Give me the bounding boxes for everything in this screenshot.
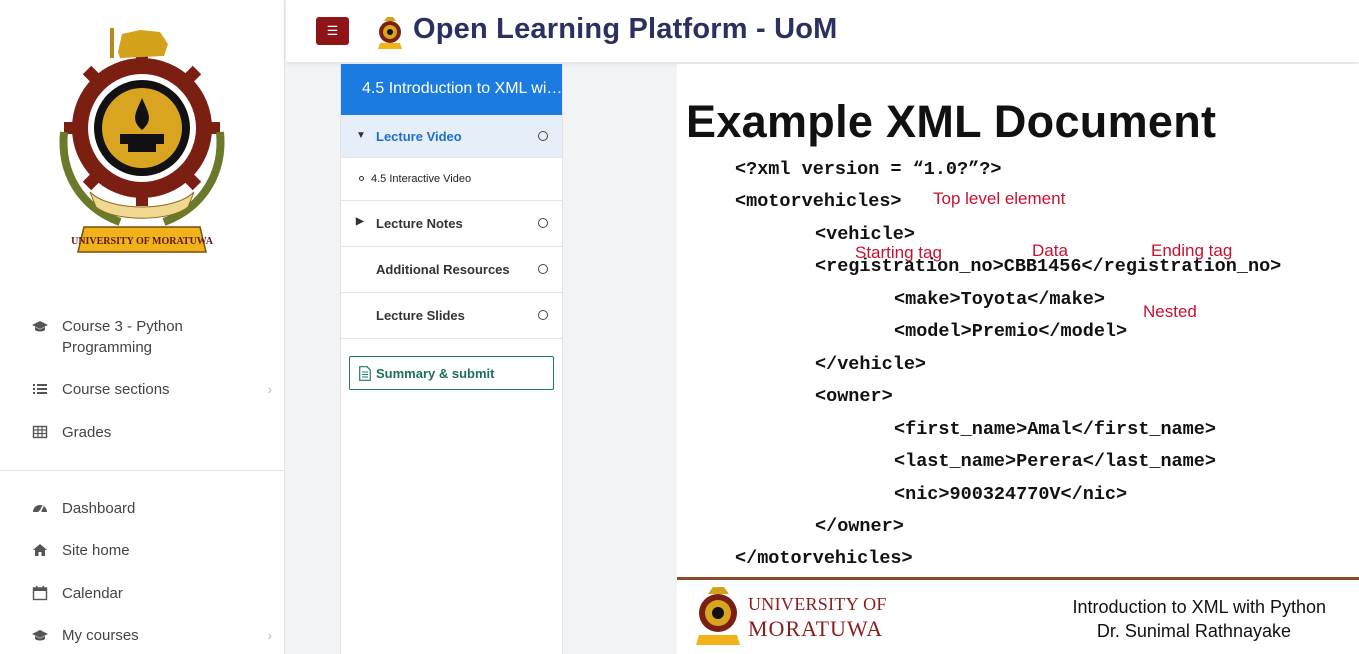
course-index-header[interactable]: 4.5 Introduction to XML wi… <box>341 64 562 115</box>
index-item-additional-resources[interactable]: Additional Resources <box>341 247 562 293</box>
code-line: <motorvehicles> <box>735 191 902 212</box>
annotation-nested: Nested <box>1143 302 1197 321</box>
code-line: <nic>900324770V</nic> <box>894 484 1128 505</box>
graduation-cap-icon <box>32 321 48 332</box>
code-line: <vehicle> <box>815 224 915 245</box>
code-line: </motorvehicles> <box>735 548 913 569</box>
nav-item-label: Site home <box>62 542 130 559</box>
nav-site-home[interactable]: Site home <box>32 540 272 561</box>
code-line: <make>Toyota</make> <box>894 289 1105 310</box>
bullet-icon <box>359 176 364 181</box>
nav-item-label: Course 3 - Python Programming <box>62 318 183 356</box>
annotation-ending-tag: Ending tag <box>1151 241 1233 260</box>
university-crest-logo <box>378 17 402 49</box>
code-line: <?xml version = “1.0?”?> <box>735 159 1002 180</box>
hamburger-icon: ☰ <box>326 23 339 38</box>
caret-down-icon[interactable]: ▼ <box>356 130 366 141</box>
code-line: <model>Premio</model> <box>894 321 1128 342</box>
footer-university-line2: MORATUWA <box>748 616 884 641</box>
chevron-right-icon: › <box>267 381 272 397</box>
index-item-label: Lecture Slides <box>376 308 465 323</box>
footer-university-line1: UNIVERSITY OF <box>748 594 887 614</box>
annotation-data: Data <box>1032 241 1068 260</box>
footer-lecturer: Dr. Sunimal Rathnayake <box>1096 621 1291 641</box>
nav-item-label: Dashboard <box>62 500 136 517</box>
table-icon <box>32 425 48 439</box>
graduation-cap-icon <box>32 630 48 641</box>
nav-dashboard[interactable]: Dashboard <box>32 498 272 519</box>
drawer-divider <box>0 470 285 471</box>
slide-title: Example XML Document <box>686 96 1217 147</box>
nav-item-label: Course sections <box>62 381 170 398</box>
completion-status-icon <box>538 264 548 274</box>
nav-course-sections[interactable]: Course sections › <box>32 379 272 400</box>
nav-item-label: My courses <box>62 627 139 644</box>
index-item-label: 4.5 Interactive Video <box>371 173 472 185</box>
summary-submit-label: Summary & submit <box>376 366 495 381</box>
index-item-lecture-video[interactable]: ▼ Lecture Video <box>341 115 562 158</box>
annotation-top-level: Top level element <box>933 189 1066 208</box>
lecture-slide: Example XML Document <?xml version = “1.… <box>677 64 1359 654</box>
tachometer-icon <box>33 505 47 514</box>
svg-text:UNIVERSITY OF MORATUWA: UNIVERSITY OF MORATUWA <box>71 236 214 247</box>
document-icon <box>359 366 371 381</box>
completion-status-icon <box>538 310 548 320</box>
nav-item-label: Calendar <box>62 585 123 602</box>
calendar-icon <box>32 586 48 601</box>
code-line: </owner> <box>815 516 904 537</box>
slide-footer-rule <box>677 577 1359 580</box>
completion-status-icon <box>538 218 548 228</box>
course-index-panel: 4.5 Introduction to XML wi… ▼ Lecture Vi… <box>340 64 563 654</box>
footer-course-title: Introduction to XML with Python <box>1072 597 1326 617</box>
index-item-lecture-notes[interactable]: ▶ Lecture Notes <box>341 201 562 247</box>
summary-submit-button[interactable]: Summary & submit <box>349 356 554 390</box>
chevron-right-icon: › <box>267 627 272 643</box>
code-line: <last_name>Perera</last_name> <box>894 451 1216 472</box>
nav-calendar[interactable]: Calendar <box>32 583 272 604</box>
index-item-label: Lecture Notes <box>376 216 463 231</box>
caret-right-icon[interactable]: ▶ <box>356 216 364 227</box>
nav-course-home[interactable]: Course 3 - Python Programming <box>32 316 272 358</box>
nav-item-label: Grades <box>62 424 112 441</box>
index-subitem-interactive-video[interactable]: 4.5 Interactive Video <box>341 158 562 201</box>
university-crest-logo <box>696 587 740 645</box>
code-line: </vehicle> <box>815 354 927 375</box>
nav-drawer: UNIVERSITY OF MORATUWA Course 3 - Python… <box>0 0 285 654</box>
nav-grades[interactable]: Grades <box>32 422 272 443</box>
home-icon <box>33 544 47 556</box>
site-title[interactable]: Open Learning Platform - UoM <box>413 13 838 46</box>
nav-my-courses[interactable]: My courses › <box>32 625 272 646</box>
index-item-lecture-slides[interactable]: Lecture Slides <box>341 293 562 339</box>
code-line: <first_name>Amal</first_name> <box>894 419 1216 440</box>
university-crest-logo: UNIVERSITY OF MORATUWA <box>59 28 225 253</box>
list-icon <box>33 384 47 394</box>
drawer-toggle-button[interactable]: ☰ <box>316 17 349 45</box>
completion-status-icon <box>538 131 548 141</box>
top-navbar: ☰ Open Learning Platform - UoM <box>286 0 1359 62</box>
index-item-label: Lecture Video <box>376 129 462 144</box>
annotation-starting-tag: Starting tag <box>855 243 942 262</box>
code-line: <owner> <box>815 386 893 407</box>
index-item-label: Additional Resources <box>376 262 510 277</box>
